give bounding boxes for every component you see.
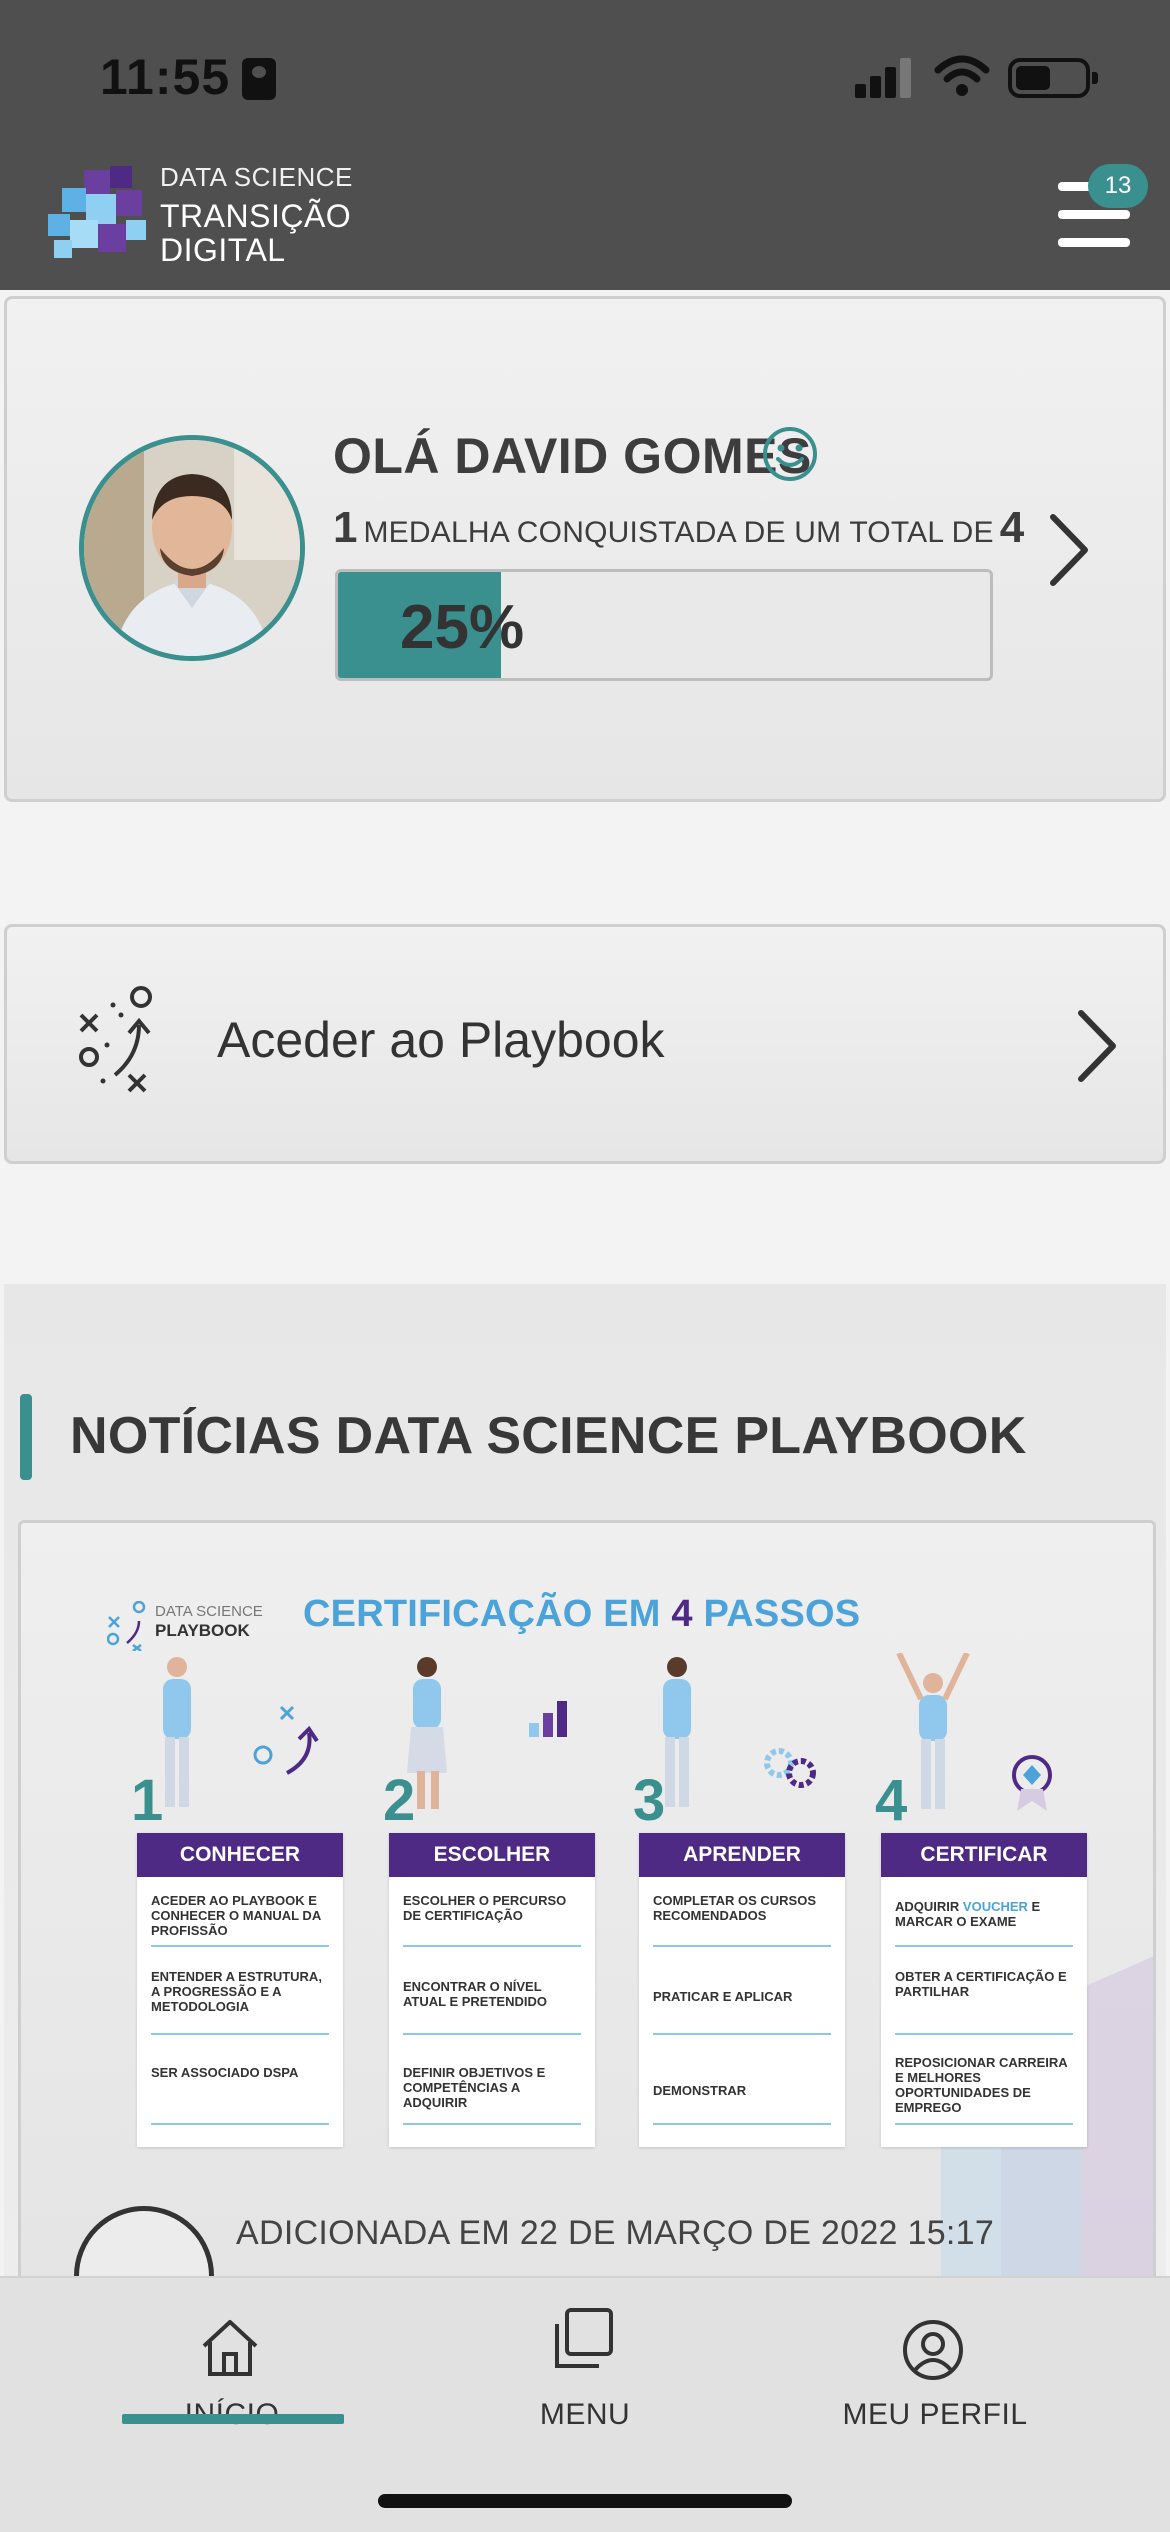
app-header: 11:55 DATA SCIENCE TRANSIÇÃO DIGITAL 13 [0, 0, 1170, 290]
step-item: ESCOLHER O PERCURSO DE CERTIFICAÇÃO [403, 1893, 567, 1923]
playbook-strategy-icon [79, 986, 152, 1093]
steps-arrow-icon [253, 1705, 319, 1775]
wifi-icon [934, 55, 990, 96]
step-card: 1 CONHECER ACEDER AO PLAYBOOK E CONHECER… [131, 1768, 343, 2147]
voucher-highlight: VOUCHER [962, 1899, 1028, 1914]
step-item: DEMONSTRAR [653, 2083, 747, 2098]
infographic-brand-line2: PLAYBOOK [155, 1621, 250, 1640]
step-item: ACEDER AO PLAYBOOK E CONHECER O MANUAL D… [151, 1893, 321, 1938]
gears-icon [764, 1748, 816, 1788]
nav-menu[interactable]: MENU [445, 2298, 725, 2458]
step-item: DEFINIR OBJETIVOS E COMPETÊNCIAS A ADQUI… [403, 2065, 546, 2110]
infographic-title-part1: CERTIFICAÇÃO EM [303, 1593, 661, 1635]
step-divider [895, 2033, 1073, 2035]
news-card[interactable]: DATA SCIENCE PLAYBOOK CERTIFICAÇÃO EM 4 … [18, 1520, 1156, 2320]
step-item: ENTENDER A ESTRUTURA, A PROGRESSÃO E A M… [151, 1969, 322, 2014]
id-card-icon [242, 58, 276, 100]
logo-text-line2: TRANSIÇÃO [160, 198, 352, 234]
step-item: COMPLETAR OS CURSOS RECOMENDADOS [653, 1893, 816, 1923]
menu-pages-icon [555, 2308, 613, 2368]
profile-progress-card[interactable]: OLÁ DAVID GOMES 1 MEDALHA CONQUISTADA DE … [4, 296, 1166, 802]
avatar [79, 435, 305, 661]
step-number: 1 [131, 1768, 164, 1833]
medals-text: MEDALHA CONQUISTADA DE UM TOTAL DE [363, 516, 994, 549]
step-item: REPOSICIONAR CARREIRA E MELHORES OPORTUN… [895, 2055, 1068, 2115]
step-divider [653, 1945, 831, 1947]
signal-icon [855, 58, 911, 98]
notification-badge: 13 [1088, 164, 1148, 208]
step-item: OBTER A CERTIFICAÇÃO E PARTILHAR [895, 1969, 1067, 1999]
step-item: ENCONTRAR O NÍVEL ATUAL E PRETENDIDO [403, 1979, 547, 2009]
battery-icon [1008, 58, 1098, 98]
step-number: 3 [633, 1768, 666, 1833]
playbook-logo-icon [107, 1601, 146, 1651]
certificate-badge-icon [1012, 1755, 1052, 1811]
step-divider [403, 2123, 581, 2125]
chevron-right-icon[interactable] [1047, 513, 1091, 587]
step-item: PRATICAR E APLICAR [653, 1989, 793, 2004]
infographic-title-part2: PASSOS [703, 1593, 861, 1635]
news-date: ADICIONADA EM 22 DE MARÇO DE 2022 15:17 [236, 2214, 995, 2252]
smiley-icon [763, 427, 817, 481]
step-card: 4 CERTIFICAR ADQUIRIR VOUCHER E MARCAR O… [875, 1768, 1087, 2147]
logo-text-line3: DIGITAL [160, 232, 286, 268]
step-card: 3 APRENDER COMPLETAR OS CURSOS RECOMENDA… [633, 1768, 845, 2147]
home-indicator[interactable] [378, 2494, 792, 2508]
nav-profile[interactable]: MEU PERFIL [795, 2298, 1075, 2458]
step-divider [895, 2123, 1073, 2125]
certification-infographic: DATA SCIENCE PLAYBOOK CERTIFICAÇÃO EM 4 … [107, 1523, 1107, 2163]
step-item: SER ASSOCIADO DSPA [151, 2065, 299, 2080]
step-number: 4 [875, 1768, 908, 1833]
user-profile-icon [903, 2320, 963, 2380]
chart-mini-icon [529, 1701, 567, 1737]
section-accent-bar [20, 1394, 32, 1480]
step-divider [653, 2033, 831, 2035]
news-section-title: NOTÍCIAS DATA SCIENCE PLAYBOOK [70, 1407, 1027, 1465]
step-divider [403, 2033, 581, 2035]
step-divider [151, 1945, 329, 1947]
step-divider [403, 1945, 581, 1947]
step-number: 2 [383, 1768, 416, 1833]
nav-profile-label: MEU PERFIL [842, 2398, 1028, 2431]
medals-total: 4 [999, 503, 1025, 552]
infographic-title-num: 4 [671, 1593, 693, 1635]
chevron-right-icon[interactable] [1075, 1009, 1119, 1083]
step-title: CERTIFICAR [881, 1833, 1087, 1877]
step-divider [653, 2123, 831, 2125]
step-card: 2 ESCOLHER ESCOLHER O PERCURSO DE CERTIF… [383, 1768, 595, 2147]
home-icon [202, 2320, 258, 2376]
medal-summary: 1 MEDALHA CONQUISTADA DE UM TOTAL DE 4 [333, 503, 1024, 553]
logo-cubes-icon [48, 166, 146, 258]
playbook-label: Aceder ao Playbook [217, 1012, 665, 1068]
nav-home[interactable]: INÍCIO [92, 2298, 372, 2458]
greeting-text: OLÁ DAVID GOMES [333, 428, 812, 484]
step-title: APRENDER [639, 1833, 845, 1877]
progress-label: 25% [400, 593, 525, 662]
step-item: ADQUIRIR VOUCHER E MARCAR O EXAME [895, 1899, 1075, 1929]
step-title: CONHECER [137, 1833, 343, 1877]
logo-text-line1: DATA SCIENCE [160, 162, 353, 192]
step-title: ESCOLHER [389, 1833, 595, 1877]
infographic-title: CERTIFICAÇÃO EM 4 PASSOS [303, 1593, 860, 1636]
news-section: NOTÍCIAS DATA SCIENCE PLAYBOOK DATA SCIE… [4, 1284, 1166, 2346]
infographic-brand-line1: DATA SCIENCE [155, 1603, 263, 1620]
step-item-text: ADQUIRIR [895, 1899, 960, 1914]
step-divider [151, 2033, 329, 2035]
nav-active-indicator [122, 2414, 344, 2424]
medal-progress-bar: 25% [335, 569, 993, 681]
playbook-link-card[interactable]: Aceder ao Playbook [4, 924, 1166, 1164]
status-time: 11:55 [100, 49, 231, 105]
medals-won: 1 [333, 503, 358, 552]
step-divider [895, 1945, 1073, 1947]
step-divider [151, 2123, 329, 2125]
nav-menu-label: MENU [539, 2398, 631, 2431]
